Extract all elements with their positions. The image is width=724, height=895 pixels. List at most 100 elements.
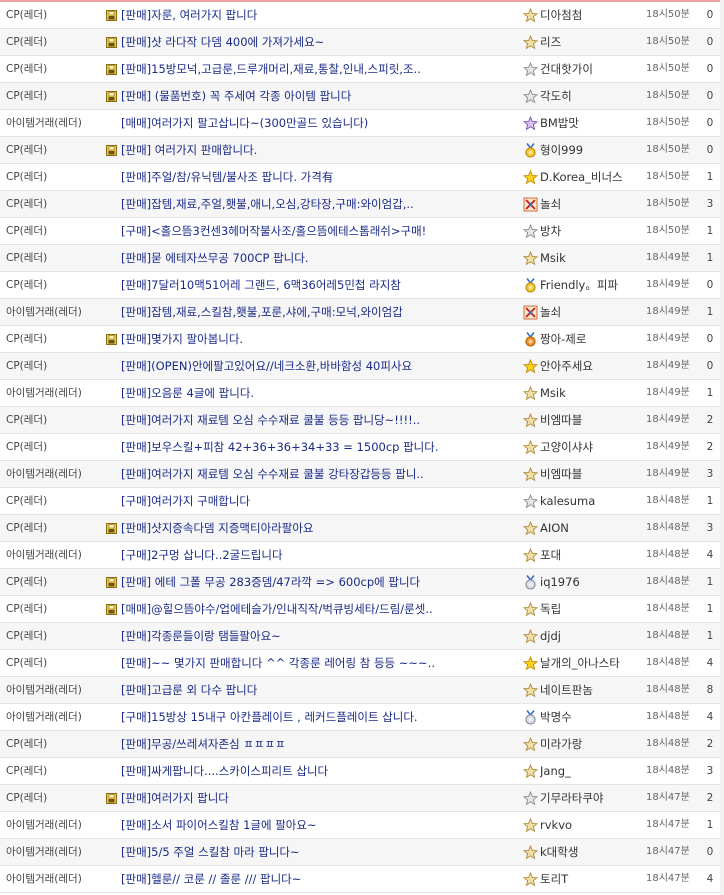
post-title-link[interactable]: [판매]무공/쓰레셔자존심 ㅍㅍㅍㅍ [121,731,519,757]
post-author[interactable]: djdj [540,623,645,649]
table-row[interactable]: CP(레더) [판매]몇가지 팔아봅니다. 짱아-제로 18시49분 0 [0,326,724,353]
table-row[interactable]: CP(레더) [판매]~~ 몇가지 판매합니다 ^^ 각종룬 레어링 참 등등 ~… [0,650,724,677]
table-row[interactable]: CP(레더) [판매]묻 에테자쓰무공 700CP 팝니다. Msik 18시49분 1 [0,245,724,272]
post-title-link[interactable]: [구매]<홀으뜸3컨센3헤머작불사조/홀으뜸에테스톰래쉬>구매! [121,218,519,244]
table-row[interactable]: 아이템거래(레더) [구매]15방상 15내구 아칸플레이트 , 레커드플레이트 … [0,704,724,731]
table-row[interactable]: 아이템거래(레더) [매매]여러가지 팔고삽니다~(300만골드 있습니다) BM밥… [0,110,724,137]
post-author[interactable]: 놀쇠 [540,299,645,325]
post-author[interactable]: Msik [540,245,645,271]
post-author[interactable]: 놀쇠 [540,191,645,217]
post-title-link[interactable]: [판매]15방모넉,고급룬,드루개머리,재료,통찰,인내,스피릿,조.. [121,56,519,82]
post-title-link[interactable]: [판매]보우스킬+피참 42+36+36+34+33 = 1500cp 팝니다. [121,434,519,460]
post-author[interactable]: AION [540,515,645,541]
table-row[interactable]: CP(레더) [판매]여러가지 팝니다 기무라타쿠야 18시47분 2 [0,785,724,812]
post-title-link[interactable]: [판매] 여러가지 판매합니다. [121,137,519,163]
table-row[interactable]: 아이템거래(레더) [판매]5/5 주얼 스킬참 마라 팝니다~ k대학생 18시47… [0,839,724,866]
post-title-link[interactable]: [매매]여러가지 팔고삽니다~(300만골드 있습니다) [121,110,519,136]
post-author[interactable]: 토리T [540,866,645,892]
post-title-link[interactable]: [판매]잡템,재료,주얼,횃불,애니,오심,강타장,구매:와이엄갑,.. [121,191,519,217]
post-author[interactable]: 미라가랑 [540,731,645,757]
post-author[interactable]: D.Korea_비너스 [540,164,645,190]
post-title-link[interactable]: [판매]여러가지 재료템 오심 수수재료 쿨불 등등 팝니당~!!!!.. [121,407,519,433]
table-row[interactable]: CP(레더) [판매]15방모넉,고급룬,드루개머리,재료,통찰,인내,스피릿,조… [0,56,724,83]
table-row[interactable]: 아이템거래(레더) [구매]2구멍 삽니다..2굴드립니다 포대 18시48분 4 [0,542,724,569]
table-row[interactable]: CP(레더) [판매]각종룬들이랑 탬들팔아요~ djdj 18시48분 1 [0,623,724,650]
post-author[interactable]: k대학생 [540,839,645,865]
table-row[interactable]: CP(레더) [판매]싸게팝니다....스카이스피리트 삽니다 Jang_ 18시48… [0,758,724,785]
table-row[interactable]: CP(레더) [매매]@힐으뜸야수/업에테슬가/인내직작/벅큐빙세타/드림/룬셋.… [0,596,724,623]
table-row[interactable]: CP(레더) [구매]<홀으뜸3컨센3헤머작불사조/홀으뜸에테스톰래쉬>구매! 방차… [0,218,724,245]
post-author[interactable]: 독립 [540,596,645,622]
post-author[interactable]: 네이트판놈 [540,677,645,703]
post-title-link[interactable]: [판매]묻 에테자쓰무공 700CP 팝니다. [121,245,519,271]
post-author[interactable]: Msik [540,380,645,406]
table-row[interactable]: CP(레더) [판매]잡템,재료,주얼,횃불,애니,오심,강타장,구매:와이엄갑,… [0,191,724,218]
table-row[interactable]: CP(레더) [판매] 에테 그폴 무공 283증뎀/47라깍 => 600cp에… [0,569,724,596]
table-row[interactable]: CP(레더) [판매]여러가지 재료템 오심 수수재료 쿨불 등등 팝니당~!!!… [0,407,724,434]
table-row[interactable]: CP(레더) [판매]샷지증속다뎀 지증맥티아라팔아요 AION 18시48분 3 [0,515,724,542]
table-row[interactable]: 아이템거래(레더) [판매]오음룬 4글에 팝니다. Msik 18시49분 1 [0,380,724,407]
table-row[interactable]: CP(레더) [판매]무공/쓰레셔자존심 ㅍㅍㅍㅍ 미라가랑 18시48분 2 [0,731,724,758]
table-row[interactable]: 아이템거래(레더) [판매]잡템,재료,스킬참,횃불,포룬,샤에,구매:모넉,와이… [0,299,724,326]
post-title-link[interactable]: [판매]샷지증속다뎀 지증맥티아라팔아요 [121,515,519,541]
post-author[interactable]: 고양이샤샤 [540,434,645,460]
post-title-link[interactable]: [판매]7달러10맥51어레 그랜드, 6맥36어레5민첩 라지참 [121,272,519,298]
post-title-link[interactable]: [판매]샷 라다작 다뎀 400에 가져가세요~ [121,29,519,55]
post-title-link[interactable]: [판매] 에테 그폴 무공 283증뎀/47라깍 => 600cp에 팝니다 [121,569,519,595]
post-author[interactable]: kalesuma [540,488,645,514]
table-row[interactable]: CP(레더) [판매](OPEN)안에팔고있어요//네크소환,바바함성 40피사요… [0,353,724,380]
post-title-link[interactable]: [판매]5/5 주얼 스킬참 마라 팝니다~ [121,839,519,865]
table-row[interactable]: 아이템거래(레더) [판매]고급룬 외 다수 팝니다 네이트판놈 18시48분 8 [0,677,724,704]
post-title-link[interactable]: [판매]몇가지 팔아봅니다. [121,326,519,352]
post-author[interactable]: 형이999 [540,137,645,163]
post-title-link[interactable]: [매매]@힐으뜸야수/업에테슬가/인내직작/벅큐빙세타/드림/룬셋.. [121,596,519,622]
post-title-link[interactable]: [판매]헬룬// 코룬 // 졸룬 /// 팝니다~ [121,866,519,892]
post-title-link[interactable]: [판매]주얼/참/유닉템/불사조 팝니다. 가격有 [121,164,519,190]
post-author[interactable]: 방차 [540,218,645,244]
post-author[interactable]: 안아주세요 [540,353,645,379]
table-row[interactable]: CP(레더) [판매] 여러가지 판매합니다. 형이999 18시50분 0 [0,137,724,164]
table-row[interactable]: CP(레더) [판매]주얼/참/유닉템/불사조 팝니다. 가격有 D.Korea_비… [0,164,724,191]
post-author[interactable]: iq1976 [540,569,645,595]
post-author[interactable]: 디아첨첨 [540,2,645,28]
post-author[interactable]: BM밥맛 [540,110,645,136]
table-row[interactable]: 아이템거래(레더) [판매]소서 파이어스킬참 1글에 팔아요~ rvkvo 18시4… [0,812,724,839]
table-row[interactable]: CP(레더) [구매]여러가지 구매합니다 kalesuma 18시48분 1 [0,488,724,515]
post-title-link[interactable]: [판매]~~ 몇가지 판매합니다 ^^ 각종룬 레어링 참 등등 ~~~.. [121,650,519,676]
post-title-link[interactable]: [판매]싸게팝니다....스카이스피리트 삽니다 [121,758,519,784]
post-author[interactable]: 각도히 [540,83,645,109]
table-row[interactable]: CP(레더) [판매]샷 라다작 다뎀 400에 가져가세요~ 리즈 18시50분 0 [0,29,724,56]
post-author[interactable]: 포대 [540,542,645,568]
table-row[interactable]: CP(레더) [판매]자룬, 여러가지 팝니다 디아첨첨 18시50분 0 [0,2,724,29]
table-row[interactable]: 아이템거래(레더) [판매]여러가지 재료템 오심 수수재료 쿨불 강타장갑등등 … [0,461,724,488]
post-title-link[interactable]: [판매] (물품번호) 꼭 주세여 각종 아이템 팝니다 [121,83,519,109]
post-title-link[interactable]: [판매]소서 파이어스킬참 1글에 팔아요~ [121,812,519,838]
post-author[interactable]: Friendly。피파 [540,272,645,298]
post-title-link[interactable]: [구매]2구멍 삽니다..2굴드립니다 [121,542,519,568]
post-author[interactable]: 기무라타쿠야 [540,785,645,811]
post-author[interactable]: Jang_ [540,758,645,784]
post-title-link[interactable]: [판매]여러가지 팝니다 [121,785,519,811]
post-author[interactable]: 건대핫가이 [540,56,645,82]
post-author[interactable]: 짱아-제로 [540,326,645,352]
post-author[interactable]: 비엠따블 [540,407,645,433]
post-title-link[interactable]: [판매]고급룬 외 다수 팝니다 [121,677,519,703]
table-row[interactable]: CP(레더) [판매]보우스킬+피참 42+36+36+34+33 = 1500c… [0,434,724,461]
post-title-link[interactable]: [판매]여러가지 재료템 오심 수수재료 쿨불 강타장갑등등 팝니.. [121,461,519,487]
post-title-link[interactable]: [판매]자룬, 여러가지 팝니다 [121,2,519,28]
post-title-link[interactable]: [판매]각종룬들이랑 탬들팔아요~ [121,623,519,649]
post-author[interactable]: 리즈 [540,29,645,55]
table-row[interactable]: CP(레더) [판매] (물품번호) 꼭 주세여 각종 아이템 팝니다 각도히 18시… [0,83,724,110]
scrollbar[interactable] [720,0,724,895]
post-title-link[interactable]: [판매]잡템,재료,스킬참,횃불,포룬,샤에,구매:모넉,와이엄갑 [121,299,519,325]
post-title-link[interactable]: [구매]여러가지 구매합니다 [121,488,519,514]
post-author[interactable]: 날개의_아나스타 [540,650,645,676]
post-title-link[interactable]: [구매]15방상 15내구 아칸플레이트 , 레커드플레이트 삽니다. [121,704,519,730]
post-author[interactable]: rvkvo [540,812,645,838]
post-title-link[interactable]: [판매](OPEN)안에팔고있어요//네크소환,바바함성 40피사요 [121,353,519,379]
post-author[interactable]: 비엠따블 [540,461,645,487]
post-author[interactable]: 박명수 [540,704,645,730]
table-row[interactable]: 아이템거래(레더) [판매]헬룬// 코룬 // 졸룬 /// 팝니다~ 토리T 18… [0,866,724,893]
post-title-link[interactable]: [판매]오음룬 4글에 팝니다. [121,380,519,406]
table-row[interactable]: CP(레더) [판매]7달러10맥51어레 그랜드, 6맥36어레5민첩 라지참 F… [0,272,724,299]
